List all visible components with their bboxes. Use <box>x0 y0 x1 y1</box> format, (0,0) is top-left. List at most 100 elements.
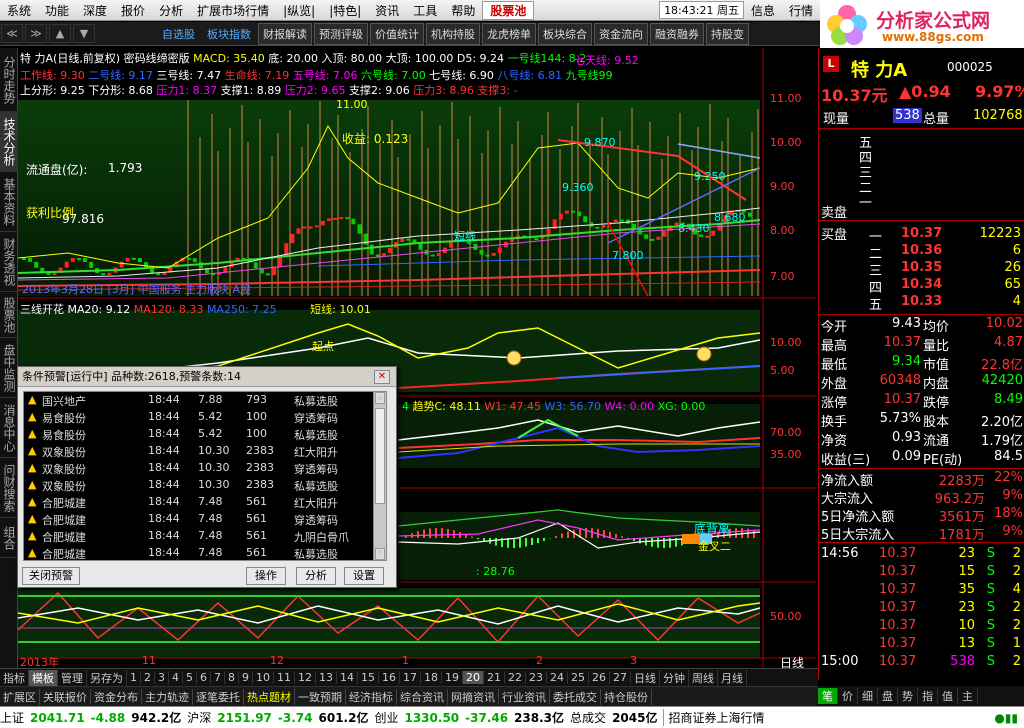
period-tab[interactable]: 6 <box>197 671 211 684</box>
menu-overview[interactable]: |纵览| <box>276 2 322 19</box>
menu-depth[interactable]: 深度 <box>76 2 114 19</box>
func-tab[interactable]: 综合资讯 <box>397 688 448 705</box>
func-tab[interactable]: 主力轨迹 <box>142 688 193 705</box>
toolbar-arrow-down-icon[interactable]: ▼ <box>73 24 95 43</box>
analyze-button[interactable]: 分析 <box>296 567 336 585</box>
right-tab[interactable]: 细 <box>858 688 878 704</box>
alert-row[interactable]: ▲ 易食股份 18:44 5.42 100 私募选股 <box>24 426 374 443</box>
toolbar-arrow-right-2-icon[interactable]: ≫ <box>25 24 47 43</box>
menu-tools[interactable]: 工具 <box>406 2 444 19</box>
operate-button[interactable]: 操作 <box>246 567 286 585</box>
period-tab[interactable]: 3 <box>155 671 169 684</box>
func-tab[interactable]: 热点题材 <box>244 688 295 705</box>
period-tab[interactable]: 27 <box>610 671 631 684</box>
menu-feature[interactable]: |特色| <box>322 2 368 19</box>
period-tab[interactable]: 另存为 <box>87 669 127 686</box>
tab-portfolio[interactable]: 组合 <box>0 518 18 558</box>
tab-technical[interactable]: 技术分析 <box>0 112 18 172</box>
menu-function[interactable]: 功能 <box>38 2 76 19</box>
dialog-scrollbar[interactable]: ▲ ▼ <box>373 392 386 560</box>
alert-row[interactable]: ▲ 易食股份 18:44 5.42 100 穿透筹码 <box>24 409 374 426</box>
right-tab[interactable]: 势 <box>898 688 918 704</box>
period-tab[interactable]: 23 <box>526 671 547 684</box>
period-tab[interactable]: 8 <box>225 671 239 684</box>
period-tab[interactable]: 10 <box>253 671 274 684</box>
toolbar-fund-flow[interactable]: 资金流向 <box>594 22 648 45</box>
period-tab[interactable]: 26 <box>589 671 610 684</box>
func-tab[interactable]: 持仓股份 <box>601 688 652 705</box>
menu-info[interactable]: 信息 <box>744 2 782 19</box>
toolbar-rating[interactable]: 预测评级 <box>314 22 368 45</box>
period-tab[interactable]: 18 <box>421 671 442 684</box>
toolbar-report[interactable]: 财报解读 <box>258 22 312 45</box>
close-icon[interactable]: ✕ <box>374 370 390 384</box>
func-tab[interactable]: 网摘资讯 <box>448 688 499 705</box>
func-tab[interactable]: 逐笔委托 <box>193 688 244 705</box>
period-tab[interactable]: 5 <box>183 671 197 684</box>
period-tab[interactable]: 日线 <box>631 669 660 686</box>
tab-intraday[interactable]: 分时走势 <box>0 48 18 112</box>
period-tab[interactable]: 21 <box>484 671 505 684</box>
menu-help[interactable]: 帮助 <box>444 2 482 19</box>
func-tab[interactable]: 行业资讯 <box>499 688 550 705</box>
period-tab[interactable]: 14 <box>337 671 358 684</box>
func-tab[interactable]: 经济指标 <box>346 688 397 705</box>
right-tab[interactable]: 盘 <box>878 688 898 704</box>
buy-level-4[interactable]: 四 10.34 65 <box>819 277 1024 296</box>
menu-analysis[interactable]: 分析 <box>152 2 190 19</box>
menu-system[interactable]: 系统 <box>0 2 38 19</box>
period-tab[interactable]: 12 <box>295 671 316 684</box>
alert-row[interactable]: ▲ 合肥城建 18:44 7.48 561 红大阳升 <box>24 494 374 511</box>
right-tab[interactable]: 笔 <box>818 688 838 704</box>
right-tab[interactable]: 值 <box>938 688 958 704</box>
close-alert-button[interactable]: 关闭预警 <box>22 567 80 585</box>
period-tab[interactable]: 周线 <box>689 669 718 686</box>
right-tab[interactable]: 指 <box>918 688 938 704</box>
func-tab[interactable]: 扩展区 <box>0 688 40 705</box>
tab-fundamental[interactable]: 基本资料 <box>0 172 18 232</box>
period-tab[interactable]: 19 <box>442 671 463 684</box>
func-tab[interactable]: 关联报价 <box>40 688 91 705</box>
alert-row[interactable]: ▲ 双象股份 18:44 10.30 2383 穿透筹码 <box>24 460 374 477</box>
buy-level-3[interactable]: 三 10.35 26 <box>819 260 1024 279</box>
period-tab[interactable]: 1 <box>127 671 141 684</box>
menu-news[interactable]: 资讯 <box>368 2 406 19</box>
period-tab[interactable]: 2 <box>141 671 155 684</box>
toolbar-arrow-left-2-icon[interactable]: ≪ <box>1 24 23 43</box>
period-tab[interactable]: 20 <box>463 671 484 684</box>
right-tab[interactable]: 价 <box>838 688 858 704</box>
toolbar-sector-index[interactable]: 板块指数 <box>202 23 256 45</box>
toolbar-arrow-up-icon[interactable]: ▲ <box>49 24 71 43</box>
buy-level-2[interactable]: 二 10.36 6 <box>819 243 1024 262</box>
buy-level-1[interactable]: 一 10.37 12223 <box>819 226 1024 245</box>
period-tab[interactable]: 分钟 <box>660 669 689 686</box>
period-tab[interactable]: 月线 <box>718 669 747 686</box>
func-tab[interactable]: 一致预期 <box>295 688 346 705</box>
settings-button[interactable]: 设置 <box>344 567 384 585</box>
scroll-down-icon[interactable]: ▼ <box>375 548 385 560</box>
period-tab[interactable]: 22 <box>505 671 526 684</box>
func-tab[interactable]: 资金分布 <box>91 688 142 705</box>
alert-row[interactable]: ▲ 合肥城建 18:44 7.48 561 九阴白骨爪 <box>24 528 374 545</box>
period-tab[interactable]: 指标 <box>0 669 29 686</box>
period-tab[interactable]: 15 <box>358 671 379 684</box>
period-tab[interactable]: 4 <box>169 671 183 684</box>
period-tab[interactable]: 13 <box>316 671 337 684</box>
toolbar-institution[interactable]: 机构持股 <box>426 22 480 45</box>
menu-stock-pool[interactable]: 股票池 <box>482 0 535 20</box>
period-tab[interactable]: 模板 <box>29 669 58 686</box>
alert-row[interactable]: ▲ 双象股份 18:44 10.30 2383 红大阳升 <box>24 443 374 460</box>
alert-row[interactable]: ▲ 合肥城建 18:44 7.48 561 私募选股 <box>24 545 374 562</box>
tab-monitor[interactable]: 盘中监测 <box>0 338 18 398</box>
toolbar-watchlist[interactable]: 自选股 <box>157 23 200 45</box>
toolbar-dragon[interactable]: 龙虎榜单 <box>482 22 536 45</box>
period-tab[interactable]: 25 <box>568 671 589 684</box>
tab-news[interactable]: 消息中心 <box>0 398 18 458</box>
scroll-up-icon[interactable]: ▲ <box>375 392 385 404</box>
tab-search[interactable]: 问财搜索 <box>0 458 18 518</box>
func-tab[interactable]: 委托成交 <box>550 688 601 705</box>
period-tab[interactable]: 24 <box>547 671 568 684</box>
toolbar-holding[interactable]: 持股变 <box>706 22 749 45</box>
menu-market[interactable]: 行情 <box>782 2 820 19</box>
sell-level-1[interactable]: 一 <box>859 192 872 211</box>
